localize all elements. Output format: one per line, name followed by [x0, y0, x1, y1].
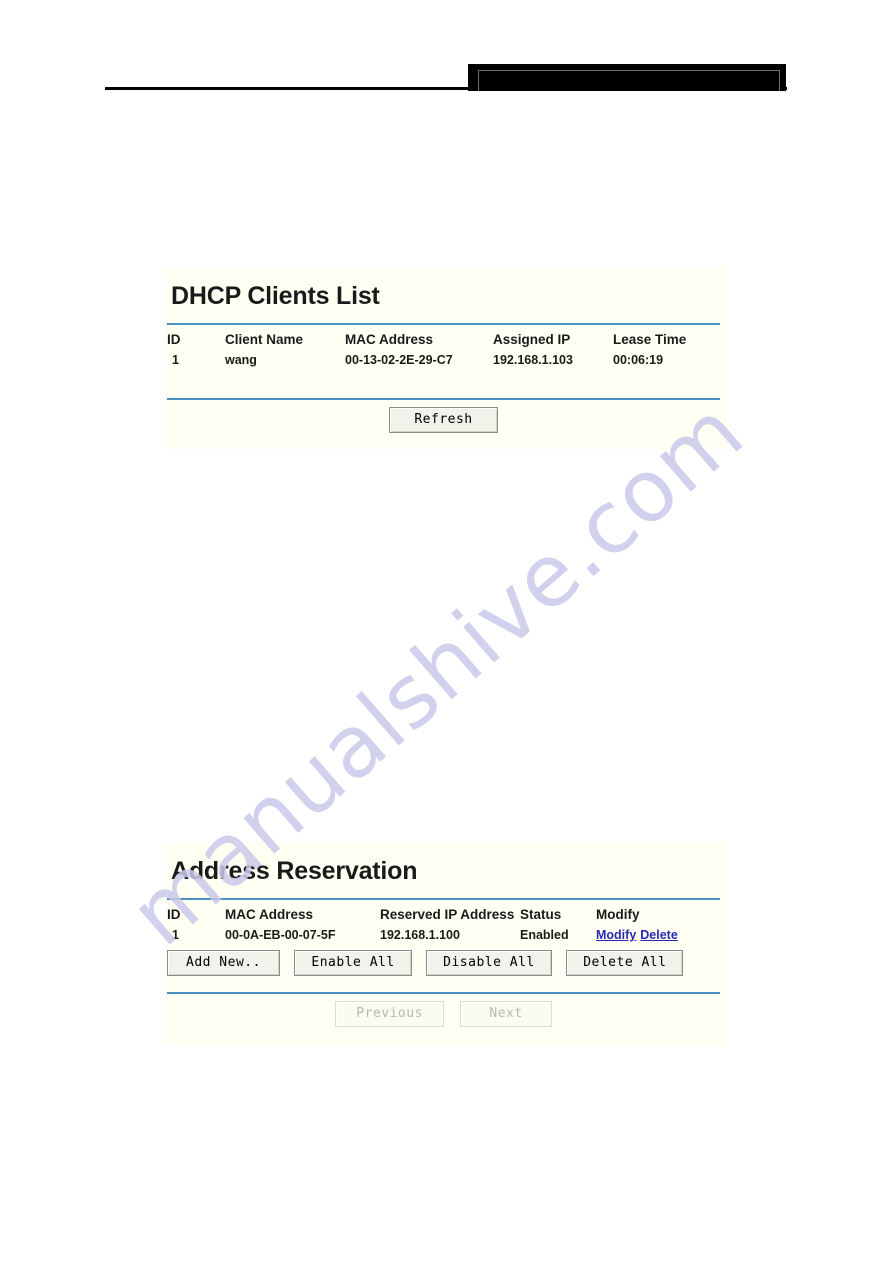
address-reservation-table: ID MAC Address Reserved IP Address Statu…	[167, 900, 720, 946]
header-redacted-bar	[468, 64, 786, 91]
reservation-buttons-row: Add New.. Enable All Disable All Delete …	[167, 946, 727, 976]
dhcp-cell-assigned-ip: 192.168.1.103	[493, 353, 573, 367]
reservation-pagination-row: Previous Next	[167, 994, 720, 1033]
delete-link[interactable]: Delete	[640, 928, 678, 942]
add-new-button[interactable]: Add New..	[167, 950, 280, 976]
reservation-cell-mac-address: 00-0A-EB-00-07-5F	[225, 928, 336, 942]
enable-all-button[interactable]: Enable All	[294, 950, 412, 976]
dhcp-clients-list-title: DHCP Clients List	[171, 282, 380, 310]
dhcp-clients-list-panel: DHCP Clients List ID Client Name MAC Add…	[165, 268, 727, 449]
table-row: 1 00-0A-EB-00-07-5F 192.168.1.100 Enable…	[167, 926, 720, 946]
dhcp-cell-mac-address: 00-13-02-2E-29-C7	[345, 353, 453, 367]
dhcp-cell-lease-time: 00:06:19	[613, 353, 664, 367]
reservation-cell-modify: Modify Delete	[596, 926, 720, 946]
title-spacer	[165, 886, 727, 898]
header-redacted-bar-inner-outline	[478, 70, 780, 91]
dhcp-table-header-row: ID Client Name MAC Address Assigned IP L…	[167, 325, 720, 351]
reservation-col-mac-address: MAC Address	[225, 907, 314, 922]
reservation-cell-status: Enabled	[520, 928, 569, 942]
dhcp-clients-table: ID Client Name MAC Address Assigned IP L…	[167, 325, 720, 371]
dhcp-col-client-name: Client Name	[225, 332, 304, 347]
previous-button[interactable]: Previous	[335, 1001, 444, 1027]
dhcp-col-mac-address: MAC Address	[345, 332, 434, 347]
dhcp-cell-id: 1	[172, 353, 179, 367]
dhcp-col-id: ID	[167, 332, 181, 347]
delete-all-button[interactable]: Delete All	[566, 950, 684, 976]
reservation-col-id: ID	[167, 907, 181, 922]
reservation-col-modify: Modify	[596, 907, 640, 922]
dhcp-cell-client-name: wang	[225, 353, 257, 367]
reservation-cell-id: 1	[172, 928, 179, 942]
reservation-col-reserved-ip: Reserved IP Address	[380, 907, 515, 922]
dhcp-actions-row: Refresh	[167, 400, 720, 439]
table-row: 1 wang 00-13-02-2E-29-C7 192.168.1.103 0…	[167, 351, 720, 371]
dhcp-panel-bottom-spacer	[165, 439, 727, 449]
next-button[interactable]: Next	[460, 1001, 552, 1027]
refresh-button[interactable]: Refresh	[389, 407, 498, 433]
address-reservation-panel: Address Reservation ID MAC Address Reser…	[165, 843, 727, 1045]
address-reservation-title: Address Reservation	[171, 857, 418, 885]
reservation-table-header-row: ID MAC Address Reserved IP Address Statu…	[167, 900, 720, 926]
reservation-col-status: Status	[520, 907, 562, 922]
reservation-panel-bottom-spacer	[165, 1033, 727, 1045]
dhcp-table-bottom-spacer	[165, 371, 727, 398]
page-header	[0, 0, 893, 110]
disable-all-button[interactable]: Disable All	[426, 950, 552, 976]
title-spacer	[165, 311, 727, 323]
dhcp-col-lease-time: Lease Time	[613, 332, 687, 347]
modify-link[interactable]: Modify	[596, 928, 636, 942]
reservation-cell-reserved-ip: 192.168.1.100	[380, 928, 460, 942]
dhcp-col-assigned-ip: Assigned IP	[493, 332, 571, 347]
reservation-buttons-bottom-spacer	[165, 976, 727, 992]
